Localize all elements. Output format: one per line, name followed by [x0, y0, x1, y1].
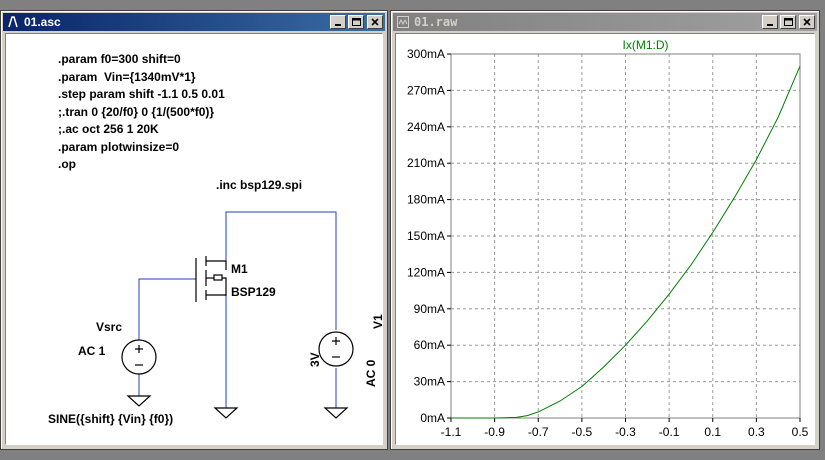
- x-tick-label: 0.3: [748, 425, 765, 439]
- y-tick-label: 0mA: [420, 411, 445, 425]
- maximize-button[interactable]: [348, 15, 364, 29]
- y-tick-label: 210mA: [407, 156, 445, 170]
- schematic-window[interactable]: 01.asc .param f0=300 shift=0 .param Vin={…: [0, 10, 388, 450]
- close-button[interactable]: [367, 15, 383, 29]
- x-tick-label: -0.1: [659, 425, 680, 439]
- x-tick-label: 0.1: [704, 425, 721, 439]
- plot-titlebar[interactable]: 01.raw: [393, 13, 817, 31]
- close-button[interactable]: [799, 15, 815, 29]
- ground-symbols: [126, 395, 349, 419]
- mosfet-symbol: [195, 256, 227, 302]
- waveform-icon: [396, 15, 410, 29]
- x-tick-label: -1.1: [441, 425, 462, 439]
- maximize-button[interactable]: [780, 15, 796, 29]
- schematic-titlebar[interactable]: 01.asc: [3, 13, 385, 31]
- x-tick-label: -0.5: [572, 425, 593, 439]
- plot-area[interactable]: -1.1 -0.9 -0.7 -0.5 -0.3 -0.1 0.1 0.3 0.5 0mA 30mA…: [395, 33, 815, 445]
- y-tick-label: 300mA: [407, 47, 445, 61]
- x-tick-label: -0.7: [528, 425, 549, 439]
- x-tick-label: 0.5: [792, 425, 809, 439]
- v1-symbol: [318, 331, 354, 367]
- y-tick-label: 270mA: [407, 83, 445, 97]
- y-tick-label: 120mA: [407, 265, 445, 279]
- x-tick-label: -0.3: [615, 425, 636, 439]
- plot-title: 01.raw: [414, 15, 458, 29]
- trace-title: Ix(M1:D): [623, 38, 669, 52]
- y-tick-label: 90mA: [414, 302, 445, 316]
- y-tick-label: 30mA: [414, 375, 445, 389]
- schematic-title: 01.asc: [24, 15, 61, 29]
- y-tick-label: 150mA: [407, 229, 445, 243]
- y-tick-label: 240mA: [407, 120, 445, 134]
- vsrc-symbol: [121, 339, 157, 375]
- waveform-plot[interactable]: -1.1 -0.9 -0.7 -0.5 -0.3 -0.1 0.1 0.3 0.5 0mA 30mA…: [396, 34, 814, 444]
- ltspice-icon: [6, 15, 20, 29]
- schematic-canvas[interactable]: .param f0=300 shift=0 .param Vin={1340mV*…: [5, 33, 385, 445]
- x-tick-label: -0.9: [484, 425, 505, 439]
- y-tick-label: 180mA: [407, 193, 445, 207]
- minimize-button[interactable]: [762, 15, 778, 29]
- plot-window[interactable]: 01.raw -1.1 -0.9 -0.7 -0.5 -0.3 -0.1 0.1 0.3 0.5…: [390, 10, 820, 450]
- y-tick-label: 60mA: [414, 338, 445, 352]
- minimize-button[interactable]: [330, 15, 346, 29]
- schematic-wires: [121, 211, 354, 419]
